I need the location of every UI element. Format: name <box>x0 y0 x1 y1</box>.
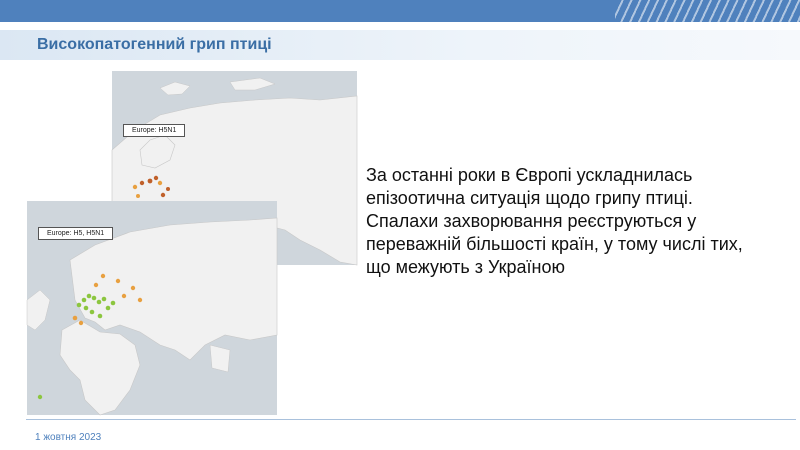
footer-divider <box>26 419 796 420</box>
map-top-outbreak-point <box>136 194 140 198</box>
map-bottom-outbreak-point <box>83 305 89 311</box>
map-bottom-outbreak-point <box>93 282 99 288</box>
map-bottom-outbreak-point <box>78 320 84 326</box>
map-bottom-outbreak-point <box>86 293 92 299</box>
map-bottom-label: Europe: H5, H5N1 <box>38 227 114 240</box>
map-bottom-outbreak-point <box>72 315 78 321</box>
map-top-outbreak-point <box>157 180 163 186</box>
body-text: За останні роки в Європі ускладнилась еп… <box>366 165 743 277</box>
map-top-outbreak-point <box>160 192 166 198</box>
map-top-outbreak-point <box>132 184 138 190</box>
map-bottom-outbreak-point <box>105 305 111 311</box>
map-bottom-outbreak-point <box>91 295 97 301</box>
map-bottom-outbreak-point <box>76 302 82 308</box>
map-bottom-outbreak-point <box>115 278 121 284</box>
map-top-label: Europe: H5N1 <box>123 124 186 137</box>
map-bottom-outbreak-point <box>110 300 116 306</box>
footer-date: 1 жовтня 2023 <box>35 432 102 443</box>
map-top-outbreak-point <box>153 175 159 181</box>
map-bottom-outbreak-point <box>121 293 127 299</box>
map-bottom-outbreak-point <box>37 394 43 400</box>
map-bottom-outbreak-point <box>96 299 102 305</box>
map-bottom-outbreak-point <box>130 285 136 291</box>
map-bottom-outbreak-point <box>81 297 87 303</box>
map-bottom-india <box>209 344 231 373</box>
map-bottom-outbreak-point <box>97 313 103 319</box>
map-bottom-outbreak-point <box>100 273 106 279</box>
map-top-outbreak-point <box>139 180 145 186</box>
map-bottom-outbreak-point <box>89 309 95 315</box>
map-bottom-outbreak-point <box>137 297 143 303</box>
map-bottom-outbreak-point <box>101 296 107 302</box>
map-top-outbreak-point <box>147 178 153 184</box>
map-top-outbreak-point <box>166 187 170 191</box>
